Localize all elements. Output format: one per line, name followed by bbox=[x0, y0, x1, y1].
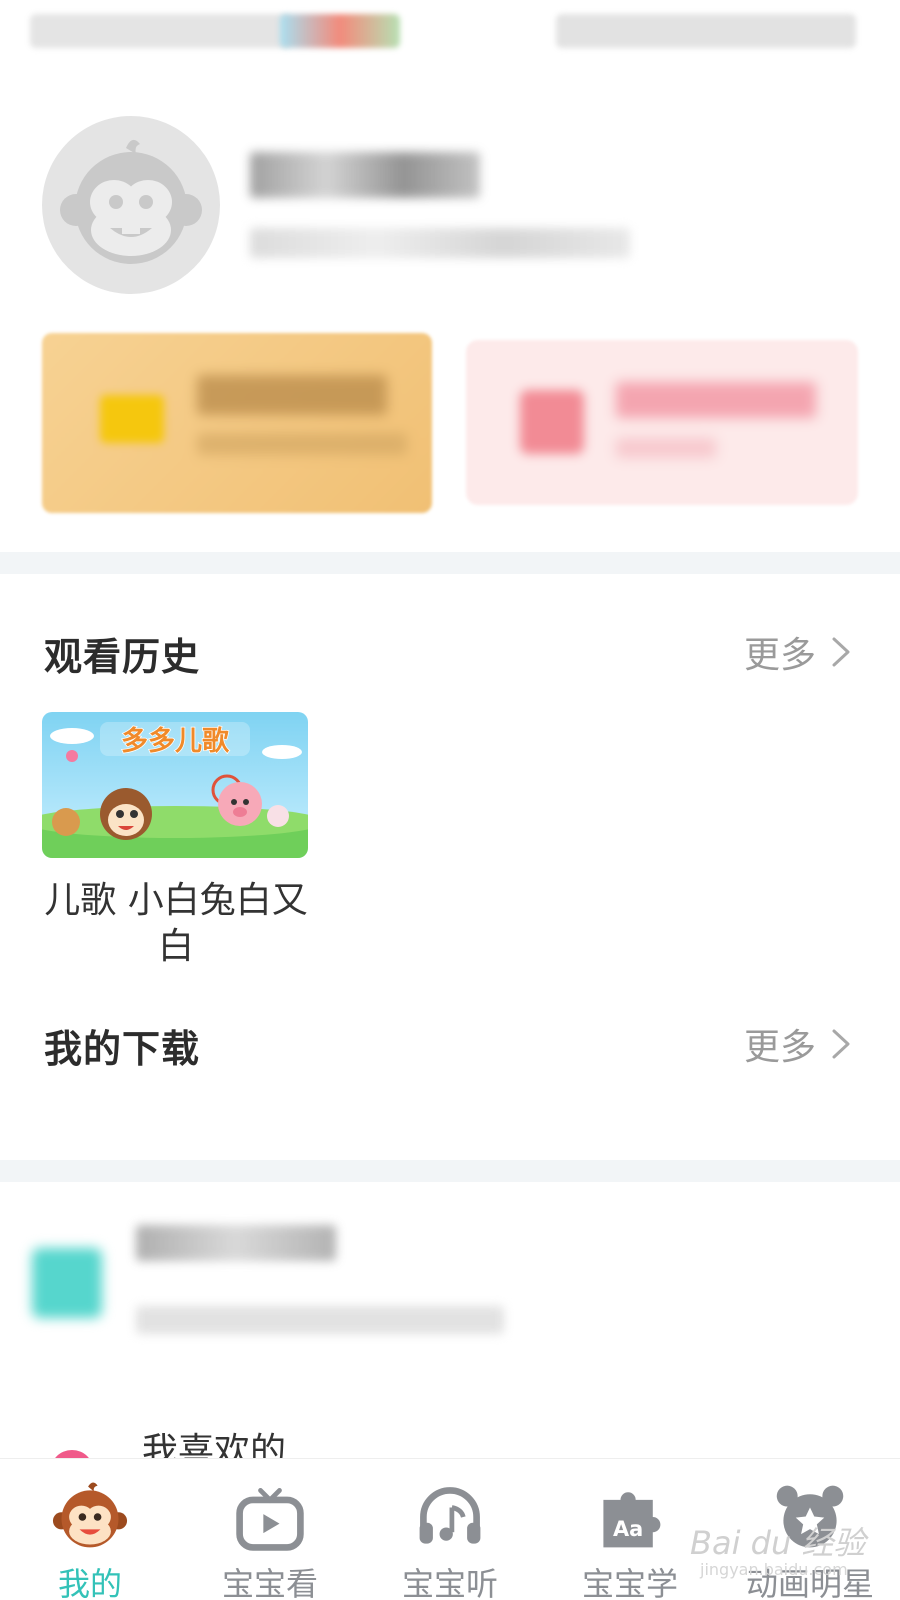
video-cover-image: 多多儿歌 bbox=[42, 712, 308, 858]
play-tv-icon bbox=[230, 1479, 310, 1555]
tab-mine[interactable]: 我的 bbox=[0, 1459, 180, 1600]
status-bar bbox=[0, 0, 900, 70]
section-divider bbox=[0, 1160, 900, 1182]
list-item-subtitle-redacted bbox=[136, 1306, 504, 1334]
promo-subtitle-redacted bbox=[616, 438, 716, 458]
history-more-label: 更多 bbox=[743, 635, 816, 676]
vip-title-redacted bbox=[197, 375, 387, 415]
promo-title-redacted bbox=[616, 382, 816, 418]
avatar[interactable] bbox=[42, 116, 220, 294]
user-subtitle-redacted bbox=[250, 228, 630, 258]
history-title: 观看历史 bbox=[44, 635, 201, 679]
vip-card[interactable] bbox=[42, 333, 432, 513]
headphones-icon bbox=[410, 1479, 490, 1555]
promo-icon bbox=[520, 390, 584, 454]
downloads-title: 我的下载 bbox=[44, 1027, 201, 1071]
tab-learn-label: 宝宝学 bbox=[581, 1565, 678, 1600]
list-item-title-redacted[interactable] bbox=[136, 1225, 336, 1261]
chevron-right-icon bbox=[832, 637, 850, 667]
history-video-title[interactable]: 儿歌 小白兔白又白 bbox=[42, 878, 310, 970]
monkey-face-icon bbox=[50, 1479, 130, 1555]
status-right-blur bbox=[556, 14, 856, 48]
vip-subtitle-redacted bbox=[197, 433, 407, 455]
tab-watch-label: 宝宝看 bbox=[221, 1565, 318, 1600]
tab-mine-label: 我的 bbox=[57, 1565, 122, 1600]
list-item-icon-redacted bbox=[32, 1248, 102, 1318]
chevron-right-icon bbox=[832, 1029, 850, 1059]
svg-text:Aa: Aa bbox=[613, 1517, 643, 1541]
vip-crown-icon bbox=[100, 395, 164, 443]
puzzle-aa-icon: Aa bbox=[590, 1479, 670, 1555]
baidu-watermark: Bai du 经验 bbox=[690, 1524, 866, 1562]
promo-card[interactable] bbox=[466, 340, 858, 505]
profile-header[interactable] bbox=[0, 100, 900, 310]
status-left-blur bbox=[30, 14, 290, 48]
history-more-link[interactable]: 更多 bbox=[744, 626, 852, 678]
downloads-more-label: 更多 bbox=[743, 1027, 816, 1068]
tab-listen-label: 宝宝听 bbox=[401, 1565, 498, 1600]
baidu-watermark-url: jingyan.baidu.com bbox=[700, 1560, 848, 1579]
section-divider bbox=[0, 552, 900, 574]
monkey-avatar-icon bbox=[60, 139, 202, 264]
tab-watch[interactable]: 宝宝看 bbox=[180, 1459, 360, 1600]
downloads-more-link[interactable]: 更多 bbox=[744, 1018, 852, 1070]
username-redacted bbox=[250, 152, 480, 198]
tab-listen[interactable]: 宝宝听 bbox=[360, 1459, 540, 1600]
history-video-thumbnail[interactable]: 多多儿歌 bbox=[42, 712, 308, 858]
status-left-colors bbox=[280, 14, 400, 48]
thumbnail-brand-text: 多多儿歌 bbox=[121, 726, 230, 757]
